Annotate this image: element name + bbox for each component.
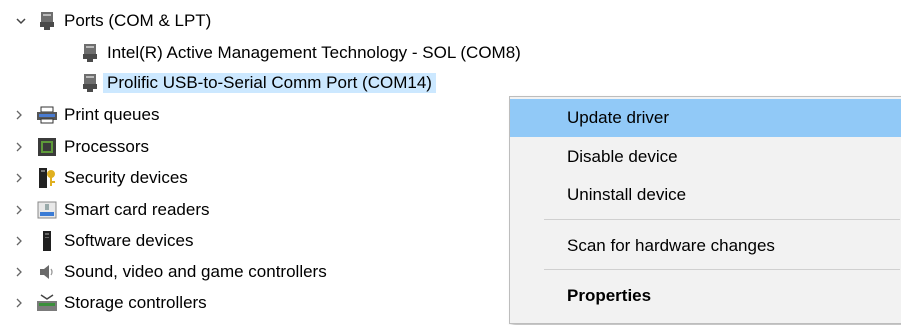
- tree-item-print-queues[interactable]: Print queues: [16, 100, 160, 130]
- chevron-right-icon[interactable]: [12, 265, 26, 279]
- tree-item-label: Processors: [64, 137, 150, 156]
- tree-item-label: Prolific USB-to-Serial Comm Port (COM14): [103, 73, 436, 93]
- tree-item-software-devices[interactable]: Software devices: [16, 226, 194, 256]
- speaker-icon: [36, 261, 58, 283]
- menu-item-scan-hardware-changes[interactable]: Scan for hardware changes: [510, 227, 901, 265]
- software-device-icon: [36, 230, 58, 252]
- port-icon: [36, 10, 58, 32]
- menu-separator: [544, 269, 900, 270]
- tree-item-label: Intel(R) Active Management Technology - …: [107, 43, 521, 62]
- context-menu: Update driver Disable device Uninstall d…: [509, 96, 901, 324]
- chevron-right-icon[interactable]: [12, 108, 26, 122]
- tree-item-label: Software devices: [64, 231, 194, 250]
- menu-separator: [544, 219, 900, 220]
- tree-item-label: Smart card readers: [64, 200, 210, 219]
- printer-icon: [36, 104, 58, 126]
- port-icon: [79, 42, 101, 64]
- tree-item-processors[interactable]: Processors: [16, 132, 150, 162]
- storage-controller-icon: [36, 292, 58, 314]
- tree-item-prolific-usb-serial[interactable]: Prolific USB-to-Serial Comm Port (COM14): [79, 68, 436, 98]
- smart-card-reader-icon: [36, 199, 58, 221]
- processor-icon: [36, 136, 58, 158]
- menu-item-properties[interactable]: Properties: [510, 277, 901, 315]
- tree-item-ports[interactable]: Ports (COM & LPT): [16, 6, 212, 36]
- menu-item-disable-device[interactable]: Disable device: [510, 138, 901, 176]
- tree-item-intel-amt-sol[interactable]: Intel(R) Active Management Technology - …: [79, 38, 521, 68]
- chevron-right-icon[interactable]: [12, 203, 26, 217]
- tree-item-storage-controllers[interactable]: Storage controllers: [16, 288, 207, 318]
- menu-item-update-driver[interactable]: Update driver: [510, 99, 901, 137]
- chevron-right-icon[interactable]: [12, 296, 26, 310]
- tree-item-label: Storage controllers: [64, 293, 207, 312]
- tree-item-label: Sound, video and game controllers: [64, 262, 327, 281]
- tree-item-label: Print queues: [64, 105, 160, 124]
- tree-item-sound-video-game-controllers[interactable]: Sound, video and game controllers: [16, 257, 327, 287]
- port-icon: [79, 72, 101, 94]
- tree-item-smart-card-readers[interactable]: Smart card readers: [16, 195, 210, 225]
- chevron-down-icon[interactable]: [14, 14, 28, 28]
- chevron-right-icon[interactable]: [12, 234, 26, 248]
- chevron-right-icon[interactable]: [12, 140, 26, 154]
- security-device-icon: [36, 167, 58, 189]
- menu-item-uninstall-device[interactable]: Uninstall device: [510, 176, 901, 214]
- tree-item-label: Ports (COM & LPT): [64, 11, 212, 30]
- tree-item-label: Security devices: [64, 168, 188, 187]
- chevron-right-icon[interactable]: [12, 171, 26, 185]
- tree-item-security-devices[interactable]: Security devices: [16, 163, 188, 193]
